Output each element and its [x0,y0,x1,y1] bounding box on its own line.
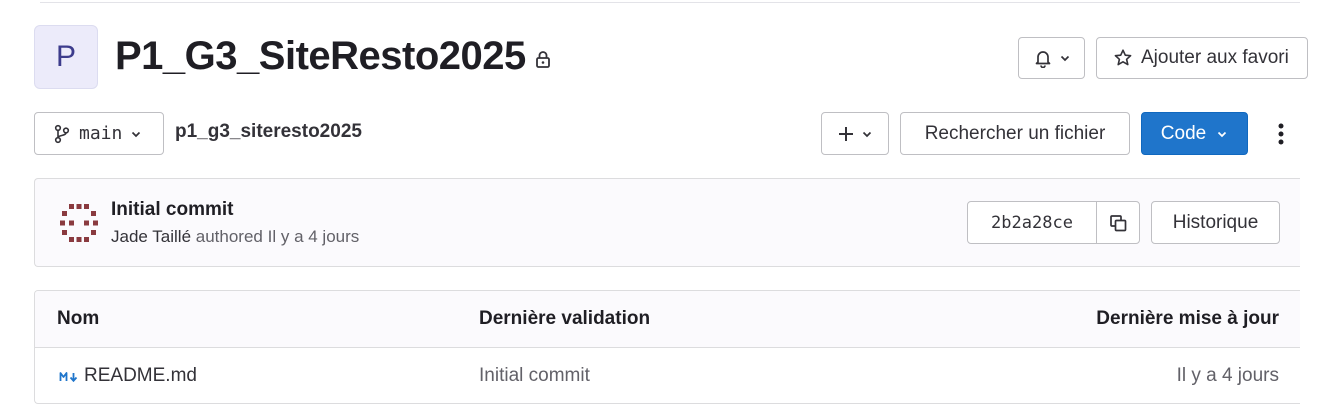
branch-selector[interactable]: main [34,112,164,155]
column-last-update: Dernière mise à jour [1096,308,1279,329]
branch-icon [54,124,70,143]
authored-label: authored [195,227,263,246]
table-row[interactable]: README.md Initial commit Il y a 4 jours [35,348,1300,403]
project-avatar[interactable]: P [34,25,98,89]
history-button[interactable]: Historique [1151,201,1280,244]
find-file-label: Rechercher un fichier [924,122,1106,144]
repository-path[interactable]: p1_g3_siteresto2025 [175,121,362,143]
favorite-label: Ajouter aux favori [1141,47,1289,68]
project-title: P1_G3_SiteResto2025 [115,34,526,78]
code-label: Code [1160,122,1207,144]
commit-time: Il y a 4 jours [267,227,360,246]
copy-icon [1110,214,1127,231]
star-icon [1114,49,1132,66]
file-last-commit-link[interactable]: Initial commit [479,365,590,387]
kebab-icon[interactable] [1271,120,1291,148]
column-name: Nom [57,308,100,329]
file-last-update: Il y a 4 jours [1176,365,1279,386]
copy-sha-button[interactable] [1097,202,1139,243]
commit-sha-group: 2b2a28ce [967,201,1140,244]
chevron-down-icon [1218,131,1227,137]
file-table: Nom Dernière validation Dernière mise à … [34,290,1300,404]
plus-icon [839,126,853,141]
commit-meta: Jade Taillé authored Il y a 4 jours [111,227,359,247]
history-label: Historique [1172,211,1259,233]
top-divider [40,2,1300,3]
chevron-down-icon [1060,55,1069,62]
project-avatar-letter: P [55,40,76,73]
chevron-down-icon [132,131,141,137]
code-button[interactable]: Code [1141,112,1248,155]
column-last-commit: Dernière validation [479,308,651,329]
chevron-down-icon [862,131,872,137]
find-file-button[interactable]: Rechercher un fichier [900,112,1130,155]
commit-title[interactable]: Initial commit [111,199,233,221]
table-header: Nom Dernière validation Dernière mise à … [35,291,1300,348]
lock-icon [536,51,550,68]
file-name-link[interactable]: README.md [84,365,197,387]
markdown-icon [59,372,78,383]
author-avatar[interactable] [57,201,101,245]
commit-sha[interactable]: 2b2a28ce [968,202,1097,243]
notifications-button[interactable] [1018,37,1085,79]
bell-icon [1035,51,1050,68]
add-to-favorites-button[interactable]: Ajouter aux favori [1096,37,1308,79]
branch-name: main [79,123,123,144]
add-dropdown-button[interactable] [821,112,889,155]
commit-author[interactable]: Jade Taillé [111,227,191,246]
